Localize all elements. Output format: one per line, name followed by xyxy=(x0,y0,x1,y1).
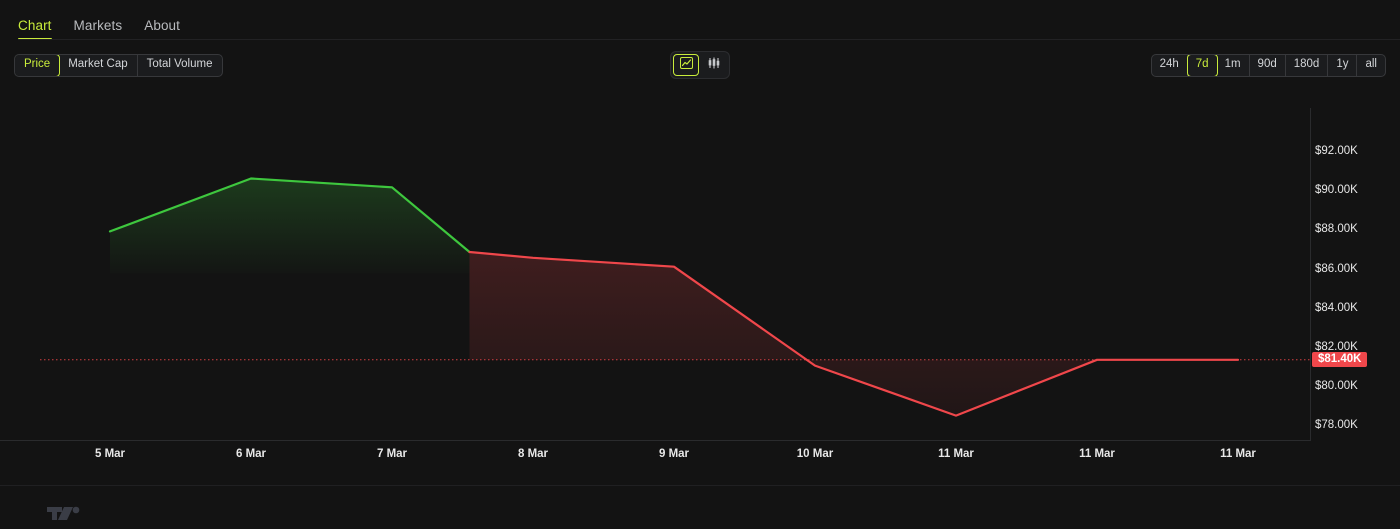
range-option-7d[interactable]: 7d xyxy=(1186,54,1218,76)
x-axis-tick-label: 11 Mar xyxy=(938,448,974,460)
price-chart-canvas[interactable] xyxy=(0,90,1400,450)
range-option-180d[interactable]: 180d xyxy=(1286,54,1329,76)
range-option-1m[interactable]: 1m xyxy=(1217,54,1250,76)
y-axis-labels: $92.00K $90.00K $88.00K $86.00K $84.00K $82.0… xyxy=(1310,90,1400,450)
x-axis-tick-label: 6 Mar xyxy=(235,448,267,460)
tab-about[interactable]: About xyxy=(144,18,180,40)
price-chart[interactable] xyxy=(0,90,1400,520)
x-axis-tick-label: 7 Mar xyxy=(376,448,408,460)
y-axis-tick-label: $86.00K xyxy=(1315,262,1358,275)
chart-controls-bar: Price Market Cap Total Volume 24h 7d 1m … xyxy=(0,40,1400,90)
x-axis-tick-label: 8 Mar xyxy=(517,448,549,460)
candlestick-chart-icon xyxy=(707,56,721,74)
metric-option-market-cap[interactable]: Market Cap xyxy=(59,54,138,76)
tab-chart[interactable]: Chart xyxy=(18,18,52,40)
range-option-all[interactable]: all xyxy=(1357,55,1385,76)
chart-area-fill xyxy=(110,178,1238,416)
x-axis-tick-label: 11 Mar xyxy=(1220,448,1256,460)
top-tab-bar: Chart Markets About xyxy=(0,0,1400,40)
y-axis-tick-label: $90.00K xyxy=(1315,184,1358,197)
x-axis-tick-label: 11 Mar xyxy=(1079,448,1115,460)
chart-type-toggle-group xyxy=(670,51,730,79)
tab-about-label: About xyxy=(144,18,181,33)
range-option-1y[interactable]: 1y xyxy=(1328,54,1358,76)
x-axis-tick-label: 9 Mar xyxy=(658,448,690,460)
y-axis-tick-label: $78.00K xyxy=(1315,419,1358,432)
range-option-24h[interactable]: 24h xyxy=(1152,54,1188,76)
footer-divider xyxy=(0,485,1400,486)
metric-option-price[interactable]: Price xyxy=(14,54,61,76)
y-axis-tick-label: $84.00K xyxy=(1315,301,1358,314)
tab-chart-label: Chart xyxy=(18,18,52,33)
line-chart-button[interactable] xyxy=(673,54,699,76)
x-axis-tick-label: 5 Mar xyxy=(94,448,126,460)
metric-option-total-volume[interactable]: Total Volume xyxy=(138,55,222,76)
tab-markets-label: Markets xyxy=(73,18,123,33)
metric-toggle-group: Price Market Cap Total Volume xyxy=(14,53,223,77)
current-price-badge: $81.40K xyxy=(1312,351,1368,367)
tab-markets[interactable]: Markets xyxy=(74,18,123,40)
x-axis-labels: 5 Mar 6 Mar 7 Mar 8 Mar 9 Mar 10 Mar 11 Mar 11 … xyxy=(0,440,1400,470)
y-axis-tick-label: $92.00K xyxy=(1315,145,1358,157)
line-chart-icon xyxy=(679,56,693,74)
time-range-toggle-group: 24h 7d 1m 90d 180d 1y all xyxy=(1150,53,1386,77)
y-axis-tick-label: $80.00K xyxy=(1315,380,1358,393)
tradingview-logo[interactable] xyxy=(47,502,81,524)
range-option-90d[interactable]: 90d xyxy=(1250,54,1286,76)
x-axis-tick-label: 10 Mar xyxy=(796,448,834,460)
candlestick-chart-button[interactable] xyxy=(701,54,727,76)
y-axis-tick-label: $88.00K xyxy=(1315,223,1358,236)
